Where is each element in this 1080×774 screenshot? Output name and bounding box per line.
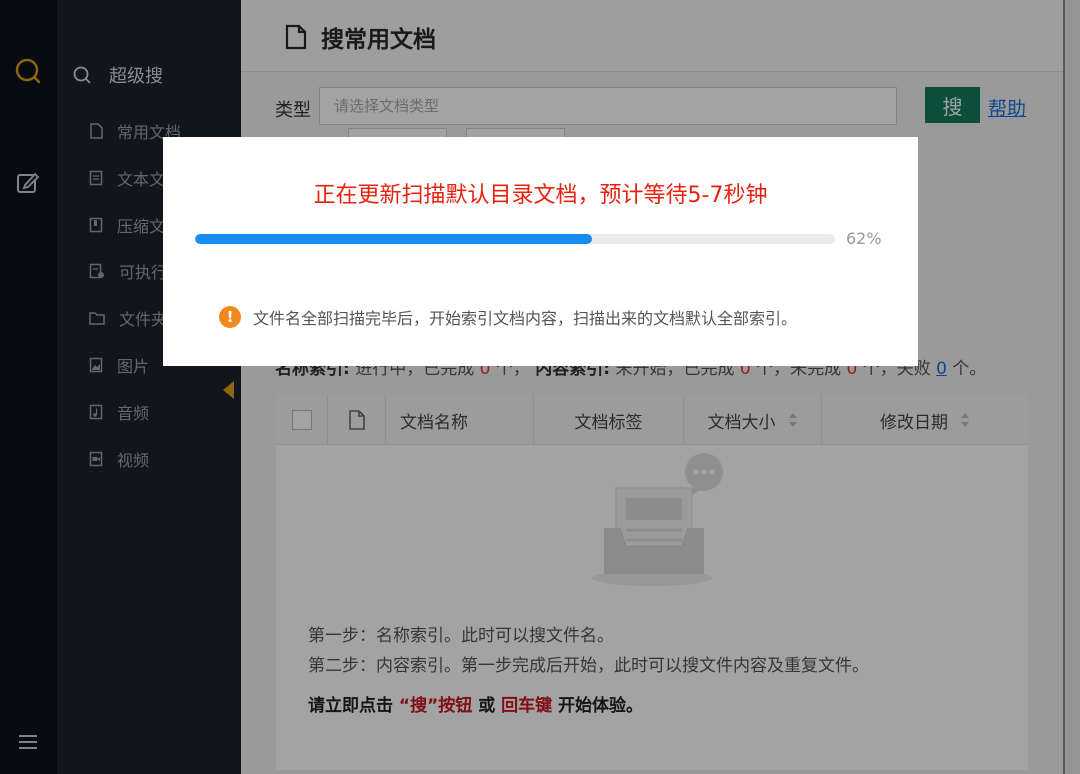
modal-overlay: 正在更新扫描默认目录文档，预计等待5-7秒钟 62% ! 文件名全部扫描完毕后，… xyxy=(0,0,1080,774)
scan-progress-dialog: 正在更新扫描默认目录文档，预计等待5-7秒钟 62% ! 文件名全部扫描完毕后，… xyxy=(163,137,918,366)
dialog-title: 正在更新扫描默认目录文档，预计等待5-7秒钟 xyxy=(313,183,768,208)
progress-percent: 62% xyxy=(846,229,882,248)
dialog-note: ! 文件名全部扫描完毕后，开始索引文档内容，扫描出来的文档默认全部索引。 xyxy=(219,305,797,329)
progress-bar xyxy=(195,234,835,244)
warning-icon: ! xyxy=(219,306,241,328)
progress-fill xyxy=(195,234,592,244)
